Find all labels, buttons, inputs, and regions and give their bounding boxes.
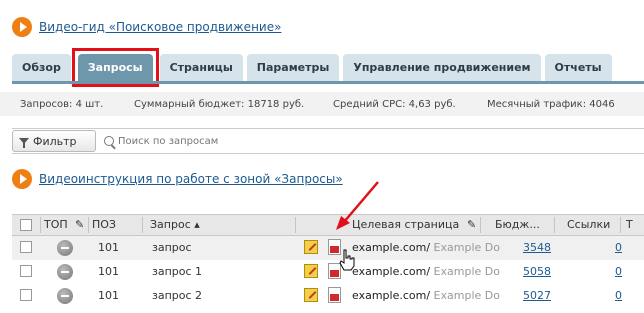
stats-bar: Запросов: 4 шт. Суммарный бюджет: 18718 … <box>0 92 644 116</box>
header-query[interactable]: Запрос ▴ <box>150 218 200 231</box>
edit-icon[interactable] <box>304 240 318 254</box>
tab-promotion-management[interactable]: Управление продвижением <box>343 54 541 81</box>
play-icon <box>12 169 32 189</box>
tab-queries-highlight: Запросы <box>71 48 159 87</box>
header-budget[interactable]: Бюдж... <box>495 218 540 231</box>
column-separator <box>620 217 621 233</box>
play-icon <box>12 17 32 37</box>
hand-cursor-icon <box>339 249 355 271</box>
row-url-domain: example.com/ <box>352 241 431 254</box>
search-input[interactable] <box>118 135 318 147</box>
row-pos: 101 <box>98 289 119 302</box>
video-instruction-link[interactable]: Видеоинструкция по работе с зоной «Запро… <box>12 169 343 189</box>
pencil-icon: ✎ <box>75 218 85 231</box>
row-pos: 101 <box>98 241 119 254</box>
column-separator <box>480 217 481 233</box>
stat-traffic: Месячный трафик: 4046 <box>487 98 615 110</box>
search-field[interactable] <box>104 135 318 147</box>
table-row[interactable]: 101 запрос example.com/ Example Do 3548 … <box>12 236 644 260</box>
column-separator <box>142 217 143 233</box>
tab-pages[interactable]: Страницы <box>159 54 243 81</box>
row-checkbox[interactable] <box>20 265 32 277</box>
row-url-title: Example Do <box>433 289 500 302</box>
row-budget[interactable]: 5027 <box>523 289 551 302</box>
row-target-page[interactable]: example.com/ Example Do <box>352 241 500 254</box>
filter-label: Фильтр <box>33 134 77 148</box>
stat-budget: Суммарный бюджет: 18718 руб. <box>134 98 305 110</box>
column-separator <box>88 217 89 233</box>
tab-bar: Обзор Запросы Страницы Параметры Управле… <box>12 48 612 87</box>
edit-icon[interactable] <box>304 288 318 302</box>
header-top[interactable]: ТОП <box>44 218 68 231</box>
row-url-title: Example Do <box>433 241 500 254</box>
stat-queries: Запросов: 4 шт. <box>20 98 104 110</box>
row-url-domain: example.com/ <box>352 289 431 302</box>
table-header: ТОП ✎ ПОЗ Запрос ▴ Целевая страница ✎ Бю… <box>12 214 644 236</box>
annotation-arrow-icon <box>336 181 379 230</box>
video-guide-link[interactable]: Видео-гид «Поисковое продвижение» <box>12 17 281 37</box>
row-links[interactable]: 0 <box>615 265 622 278</box>
top-status-icon[interactable] <box>57 288 73 304</box>
column-separator <box>295 217 296 233</box>
select-all-checkbox[interactable] <box>20 219 32 231</box>
funnel-icon <box>19 138 29 148</box>
row-query: запрос 1 <box>152 265 203 278</box>
column-separator <box>40 217 41 233</box>
video-guide-label[interactable]: Видео-гид «Поисковое продвижение» <box>39 20 281 34</box>
edit-icon[interactable] <box>304 264 318 278</box>
pdf-icon[interactable] <box>328 287 341 303</box>
tab-reports[interactable]: Отчеты <box>544 54 612 81</box>
top-status-icon[interactable] <box>57 264 73 280</box>
row-budget[interactable]: 5058 <box>523 265 551 278</box>
column-separator <box>554 217 555 233</box>
pencil-icon: ✎ <box>467 218 477 231</box>
header-t[interactable]: Т <box>626 218 633 231</box>
top-status-icon[interactable] <box>57 240 73 256</box>
filter-button[interactable]: Фильтр <box>12 130 96 152</box>
row-target-page[interactable]: example.com/ Example Do <box>352 265 500 278</box>
table-row[interactable]: 101 запрос 2 example.com/ Example Do 502… <box>12 284 644 308</box>
filter-bar: Фильтр <box>12 128 644 154</box>
row-url-title: Example Do <box>433 265 500 278</box>
tabs-underline <box>12 81 644 84</box>
table-row[interactable]: 101 запрос 1 example.com/ Example Do 505… <box>12 260 644 284</box>
row-budget[interactable]: 3548 <box>523 241 551 254</box>
video-instruction-label[interactable]: Видеоинструкция по работе с зоной «Запро… <box>39 172 343 186</box>
row-pos: 101 <box>98 265 119 278</box>
row-links[interactable]: 0 <box>615 289 622 302</box>
search-icon <box>104 136 114 146</box>
row-links[interactable]: 0 <box>615 241 622 254</box>
header-links[interactable]: Ссылки <box>567 218 610 231</box>
row-checkbox[interactable] <box>20 289 32 301</box>
stat-cpc: Средний CPC: 4,63 руб. <box>333 98 456 110</box>
row-url-domain: example.com/ <box>352 265 431 278</box>
header-pos[interactable]: ПОЗ <box>92 218 116 231</box>
row-checkbox[interactable] <box>20 241 32 253</box>
row-query: запрос 2 <box>152 289 203 302</box>
tab-queries[interactable]: Запросы <box>77 54 153 81</box>
row-query: запрос <box>152 241 192 254</box>
tab-parameters[interactable]: Параметры <box>246 54 340 81</box>
row-target-page[interactable]: example.com/ Example Do <box>352 289 500 302</box>
tab-overview[interactable]: Обзор <box>12 54 71 81</box>
